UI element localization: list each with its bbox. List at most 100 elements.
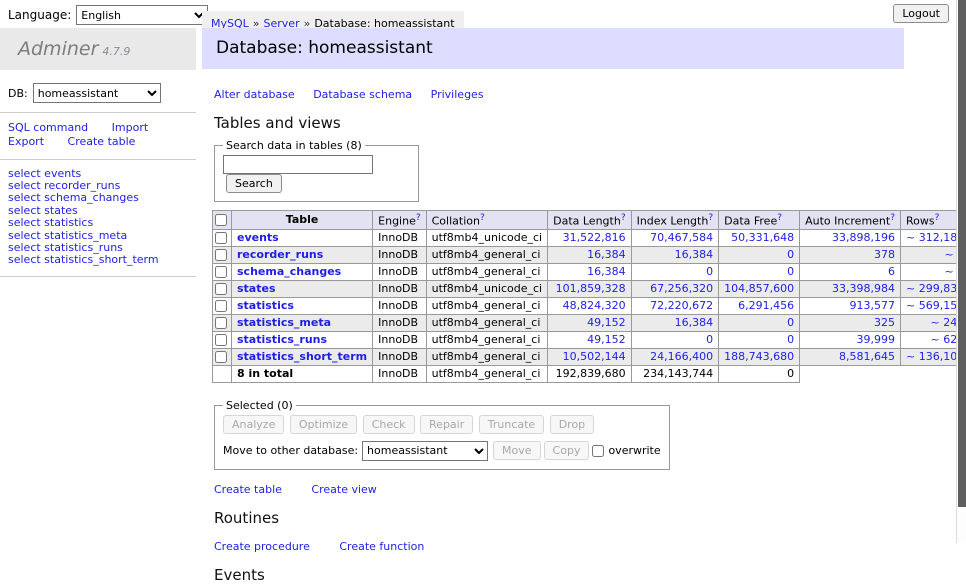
row-checkbox-statistics-runs[interactable] [215,334,227,346]
data-free-link[interactable]: 104,857,600 [724,282,794,295]
row-checkbox-statistics[interactable] [215,300,227,312]
optimize-button[interactable]: Optimize [290,415,357,434]
analyze-button[interactable]: Analyze [223,415,284,434]
table-link-states[interactable]: states [237,282,276,295]
truncate-button[interactable]: Truncate [479,415,544,434]
table-link-statistics-short-term[interactable]: statistics_short_term [237,350,367,363]
index-length-link[interactable]: 0 [706,333,713,346]
scrollbar-thumb[interactable] [958,0,966,507]
row-checkbox-recorder-runs[interactable] [215,249,227,261]
row-checkbox-states[interactable] [215,283,227,295]
privileges-link[interactable]: Privileges [431,88,484,101]
version-link[interactable]: 4.7.9 [102,45,130,58]
index-length-link[interactable]: 67,256,320 [650,282,713,295]
move-database-select[interactable]: homeassistant [362,441,488,461]
collation-cell: utf8mb4_general_ci [426,246,547,263]
index-length-link[interactable]: 72,220,672 [650,299,713,312]
row-checkbox-schema-changes[interactable] [215,266,227,278]
create-function-link[interactable]: Create function [339,540,424,553]
sidebar-link-sql-command[interactable]: SQL command [8,121,88,134]
data-length-link[interactable]: 16,384 [587,265,626,278]
events-heading: Events [214,566,904,584]
auto-increment-link[interactable]: 39,999 [857,333,896,346]
engine-cell: InnoDB [373,280,426,297]
collation-cell: utf8mb4_unicode_ci [426,229,547,246]
sidebar-link-export[interactable]: Export [8,135,44,148]
data-length-link[interactable]: 31,522,816 [563,231,626,244]
help-icon[interactable]: ? [621,213,626,223]
repair-button[interactable]: Repair [420,415,473,434]
data-free-link[interactable]: 0 [787,333,794,346]
data-length-link[interactable]: 49,152 [587,316,626,329]
row-checkbox-statistics-short-term[interactable] [215,351,227,363]
sidebar-item-select-statistics[interactable]: select statistics [8,217,196,229]
index-length-link[interactable]: 0 [706,265,713,278]
auto-increment-link[interactable]: 8,581,645 [839,350,895,363]
engine-cell: InnoDB [373,246,426,263]
table-link-statistics-meta[interactable]: statistics_meta [237,316,331,329]
check-button[interactable]: Check [363,415,415,434]
search-button[interactable]: Search [226,174,282,193]
auto-increment-link[interactable]: 33,898,196 [832,231,895,244]
data-free-link[interactable]: 188,743,680 [724,350,794,363]
index-length-link[interactable]: 16,384 [675,316,714,329]
create-view-link[interactable]: Create view [311,483,376,496]
data-length-link[interactable]: 10,502,144 [563,350,626,363]
auto-increment-link[interactable]: 6 [888,265,895,278]
help-icon[interactable]: ? [416,213,421,223]
auto-increment-link[interactable]: 325 [874,316,895,329]
language-select[interactable]: English [76,5,208,25]
tables-and-views-heading: Tables and views [214,114,904,132]
collation-cell: utf8mb4_general_ci [426,263,547,280]
index-length-link[interactable]: 70,467,584 [650,231,713,244]
database-schema-link[interactable]: Database schema [313,88,412,101]
data-free-link[interactable]: 0 [787,265,794,278]
row-checkbox-statistics-meta[interactable] [215,317,227,329]
vertical-scrollbar[interactable] [956,0,966,543]
index-length-link[interactable]: 16,384 [675,248,714,261]
page-title: Database: homeassistant [202,28,904,69]
table-link-statistics-runs[interactable]: statistics_runs [237,333,327,346]
overwrite-checkbox[interactable] [592,445,604,457]
sidebar-item-select-statistics-short-term[interactable]: select statistics_short_term [8,254,196,266]
alter-database-link[interactable]: Alter database [214,88,295,101]
select-all-checkbox[interactable] [215,214,227,226]
sidebar-link-import[interactable]: Import [112,121,149,134]
create-procedure-link[interactable]: Create procedure [214,540,310,553]
db-select[interactable]: homeassistant [33,83,161,103]
auto-increment-link[interactable]: 913,577 [850,299,896,312]
table-link-schema-changes[interactable]: schema_changes [237,265,341,278]
sidebar-link-create-table[interactable]: Create table [68,135,136,148]
auto-increment-link[interactable]: 33,398,984 [832,282,895,295]
data-length-link[interactable]: 101,859,328 [556,282,626,295]
engine-cell: InnoDB [373,263,426,280]
row-checkbox-events[interactable] [215,232,227,244]
data-length-link[interactable]: 49,152 [587,333,626,346]
help-icon[interactable]: ? [890,213,895,223]
data-free-link[interactable]: 0 [787,248,794,261]
index-length-link[interactable]: 24,166,400 [650,350,713,363]
selected-actions: Analyze Optimize Check Repair Truncate D… [223,415,661,434]
move-button[interactable]: Move [493,441,541,460]
app-logo: Adminer4.7.9 [0,28,196,70]
help-icon[interactable]: ? [708,213,713,223]
auto-increment-link[interactable]: 378 [874,248,895,261]
data-free-link[interactable]: 50,331,648 [731,231,794,244]
help-icon[interactable]: ? [480,213,485,223]
logout-button[interactable]: Logout [893,4,949,23]
column-header-table: Table [232,211,373,230]
drop-button[interactable]: Drop [550,415,594,434]
table-link-statistics[interactable]: statistics [237,299,294,312]
create-table-link[interactable]: Create table [214,483,282,496]
search-input[interactable] [223,155,373,174]
sidebar-item-select-schema-changes[interactable]: select schema_changes [8,192,196,204]
help-icon[interactable]: ? [777,213,782,223]
copy-button[interactable]: Copy [544,441,590,460]
table-link-recorder-runs[interactable]: recorder_runs [237,248,323,261]
help-icon[interactable]: ? [935,213,940,223]
data-length-link[interactable]: 48,824,320 [563,299,626,312]
data-length-link[interactable]: 16,384 [587,248,626,261]
data-free-link[interactable]: 0 [787,316,794,329]
data-free-link[interactable]: 6,291,456 [738,299,794,312]
table-link-events[interactable]: events [237,231,279,244]
